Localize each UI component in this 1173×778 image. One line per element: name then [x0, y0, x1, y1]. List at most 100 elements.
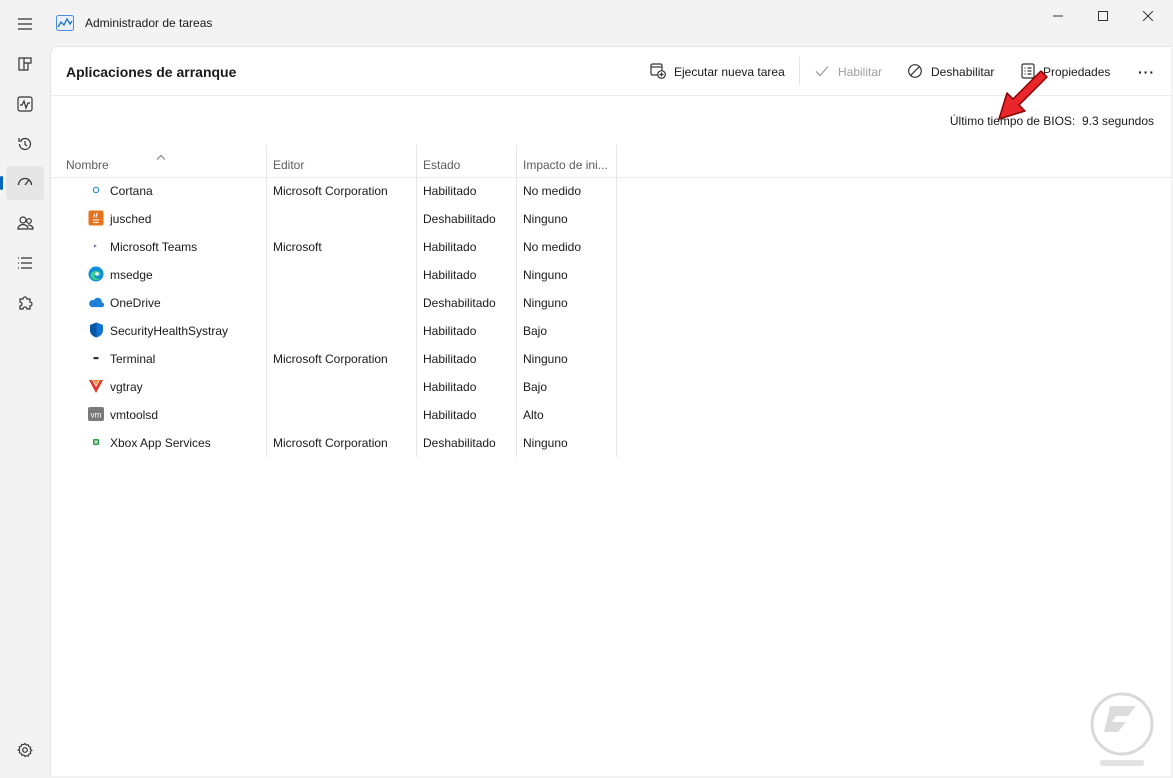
app-impact: Bajo — [523, 324, 548, 338]
app-impact: Ninguno — [523, 296, 568, 310]
terminal-icon — [88, 350, 104, 366]
app-state: Deshabilitado — [423, 296, 496, 310]
main-panel: Aplicaciones de arranque Ejecutar nueva … — [50, 46, 1172, 776]
close-button[interactable] — [1125, 0, 1171, 32]
table-row[interactable]: vm vmtoolsd Habilitado Alto — [51, 401, 617, 429]
app-name: Microsoft Teams — [110, 240, 198, 254]
app-impact: Ninguno — [523, 212, 568, 226]
app-impact: Alto — [523, 408, 544, 422]
run-new-task-button[interactable]: Ejecutar nueva tarea — [650, 61, 785, 83]
disable-label: Deshabilitar — [931, 65, 995, 79]
app-name: SecurityHealthSystray — [110, 324, 229, 338]
app-impact: No medido — [523, 240, 582, 254]
column-header-editor[interactable]: Editor — [266, 145, 416, 178]
cortana-icon — [88, 182, 104, 198]
table-row[interactable]: vgtray Habilitado Bajo — [51, 373, 617, 401]
sort-ascending-icon — [156, 149, 166, 163]
enable-label: Habilitar — [838, 65, 883, 79]
app-impact: Bajo — [523, 380, 548, 394]
table-row[interactable]: Cortana Microsoft Corporation Habilitado… — [51, 177, 617, 205]
app-state: Habilitado — [423, 324, 477, 338]
app-state: Habilitado — [423, 408, 477, 422]
app-name: msedge — [110, 268, 153, 282]
nav-services[interactable] — [6, 287, 44, 321]
app-name: vgtray — [110, 380, 143, 394]
app-name: Cortana — [110, 184, 153, 198]
app-editor: Microsoft Corporation — [273, 352, 388, 366]
nav-startup-apps[interactable] — [0, 166, 44, 200]
app-state: Habilitado — [423, 268, 477, 282]
column-header-impact[interactable]: Impacto de ini... — [516, 145, 616, 178]
app-name: jusched — [110, 212, 152, 226]
history-icon — [17, 136, 33, 155]
prohibited-icon — [907, 63, 923, 82]
grid-icon — [17, 56, 33, 75]
site-watermark-logo — [1082, 686, 1162, 770]
page-title: Aplicaciones de arranque — [66, 64, 237, 80]
minimize-button[interactable] — [1035, 0, 1081, 32]
nav-users[interactable] — [6, 207, 44, 241]
table-row[interactable]: SecurityHealthSystray Habilitado Bajo — [51, 317, 617, 345]
more-options-button[interactable]: ··· — [1138, 61, 1155, 83]
window-title: Administrador de tareas — [85, 16, 213, 30]
nav-performance[interactable] — [6, 88, 44, 122]
app-editor: Microsoft Corporation — [273, 436, 388, 450]
table-row[interactable]: OneDrive Deshabilitado Ninguno — [51, 289, 617, 317]
column-header-name[interactable]: Nombre — [59, 145, 266, 178]
teams-icon — [88, 238, 104, 254]
performance-chart-icon — [17, 95, 33, 115]
column-header-state[interactable]: Estado — [416, 145, 516, 178]
maximize-button[interactable] — [1080, 0, 1126, 32]
table-row[interactable]: jusched Deshabilitado Ninguno — [51, 205, 617, 233]
app-state: Deshabilitado — [423, 436, 496, 450]
shield-icon — [88, 322, 104, 338]
list-icon — [17, 256, 33, 273]
title-bar: Administrador de tareas — [0, 0, 1173, 46]
users-icon — [16, 215, 34, 234]
gear-icon — [17, 742, 33, 761]
app-editor: Microsoft Corporation — [273, 184, 388, 198]
command-bar: Aplicaciones de arranque Ejecutar nueva … — [51, 47, 1172, 120]
bios-time-value: 9.3 segundos — [1081, 114, 1154, 128]
java-icon — [88, 210, 104, 226]
run-new-task-label: Ejecutar nueva tarea — [674, 65, 785, 79]
app-name: vmtoolsd — [110, 408, 159, 422]
app-state: Habilitado — [423, 240, 477, 254]
app-name: Xbox App Services — [110, 436, 211, 450]
onedrive-icon — [88, 294, 104, 310]
nav-app-history[interactable] — [6, 128, 44, 162]
active-nav-indicator — [0, 176, 3, 190]
checkmark-icon — [814, 63, 830, 82]
table-row[interactable]: Xbox App Services Microsoft Corporation … — [51, 429, 617, 457]
task-manager-app-icon — [56, 15, 74, 31]
speedometer-icon — [17, 174, 33, 193]
edge-icon — [88, 266, 104, 282]
table-row[interactable]: Terminal Microsoft Corporation Habilitad… — [51, 345, 617, 373]
navigation-pane — [0, 46, 50, 778]
vgtray-icon — [88, 378, 104, 394]
app-name: OneDrive — [110, 296, 161, 310]
hamburger-menu-icon[interactable] — [10, 10, 40, 38]
vmware-icon: vm — [88, 406, 104, 422]
app-impact: Ninguno — [523, 268, 568, 282]
properties-label: Propiedades — [1043, 65, 1111, 79]
bios-time: Último tiempo de BIOS: 9.3 segundos — [950, 114, 1154, 128]
app-name: Terminal — [110, 352, 156, 366]
table-row[interactable]: Microsoft Teams Microsoft Habilitado No … — [51, 233, 617, 261]
disable-button[interactable]: Deshabilitar — [907, 61, 994, 83]
toolbar-separator — [799, 57, 800, 85]
nav-processes[interactable] — [6, 48, 44, 82]
enable-button[interactable]: Habilitar — [814, 61, 882, 83]
xbox-icon — [88, 434, 104, 450]
nav-details[interactable] — [6, 247, 44, 281]
app-impact: No medido — [523, 184, 582, 198]
puzzle-icon — [17, 295, 33, 314]
nav-settings[interactable] — [6, 734, 44, 768]
app-state: Habilitado — [423, 352, 477, 366]
app-impact: Ninguno — [523, 436, 568, 450]
app-impact: Ninguno — [523, 352, 568, 366]
app-state: Habilitado — [423, 380, 477, 394]
app-state: Deshabilitado — [423, 212, 496, 226]
app-editor: Microsoft — [273, 240, 322, 254]
table-row[interactable]: msedge Habilitado Ninguno — [51, 261, 617, 289]
